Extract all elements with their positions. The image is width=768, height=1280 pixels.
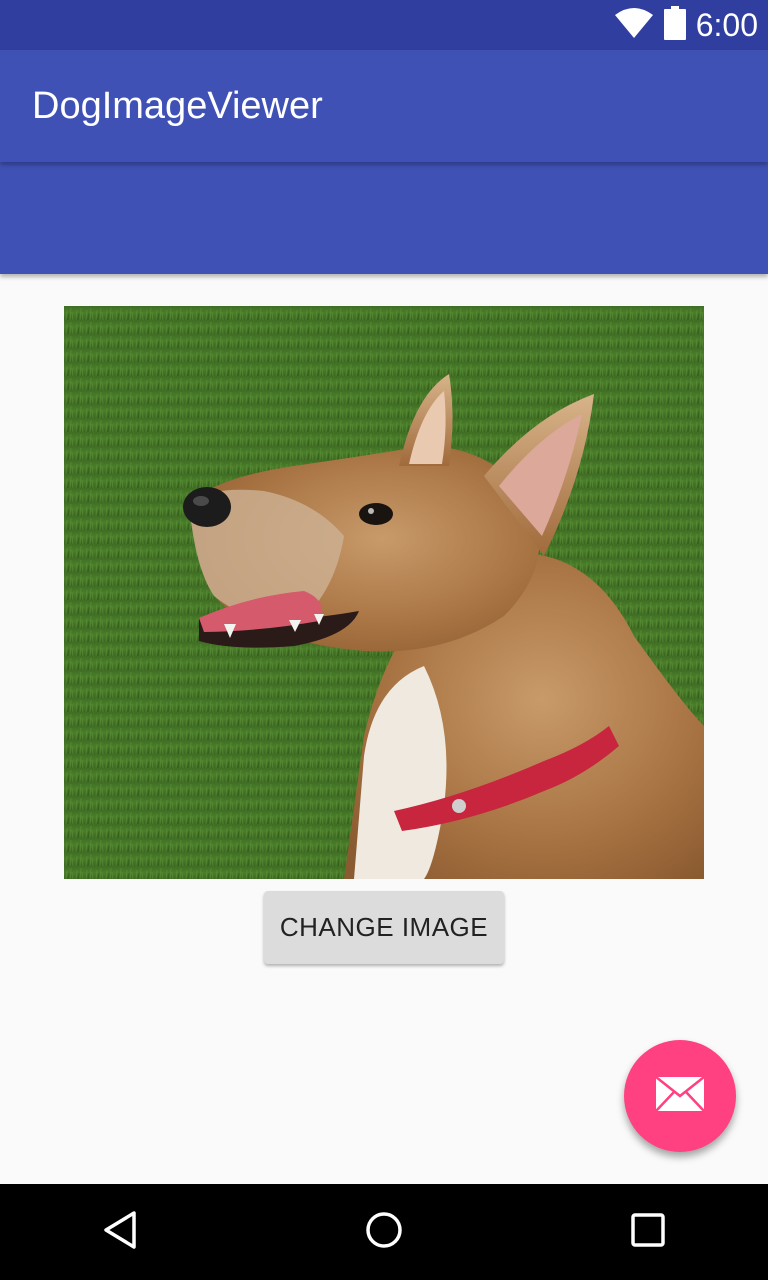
back-button[interactable] bbox=[60, 1184, 180, 1280]
app-toolbar: DogImageViewer bbox=[0, 50, 768, 162]
home-button[interactable] bbox=[324, 1184, 444, 1280]
navigation-bar bbox=[0, 1184, 768, 1280]
toolbar-extension bbox=[0, 162, 768, 274]
home-icon bbox=[364, 1210, 404, 1255]
mail-icon bbox=[655, 1075, 705, 1117]
battery-icon bbox=[663, 5, 686, 45]
status-bar: 6:00 bbox=[0, 0, 768, 50]
app-title: DogImageViewer bbox=[32, 85, 323, 127]
wifi-icon bbox=[614, 7, 654, 44]
change-image-button[interactable]: CHANGE IMAGE bbox=[264, 891, 504, 964]
dog-image bbox=[64, 306, 704, 879]
mail-fab[interactable] bbox=[624, 1040, 736, 1152]
back-icon bbox=[102, 1210, 138, 1255]
status-time: 6:00 bbox=[695, 7, 758, 43]
status-icons: 6:00 bbox=[614, 0, 758, 50]
recents-icon bbox=[630, 1212, 666, 1253]
recents-button[interactable] bbox=[588, 1184, 708, 1280]
